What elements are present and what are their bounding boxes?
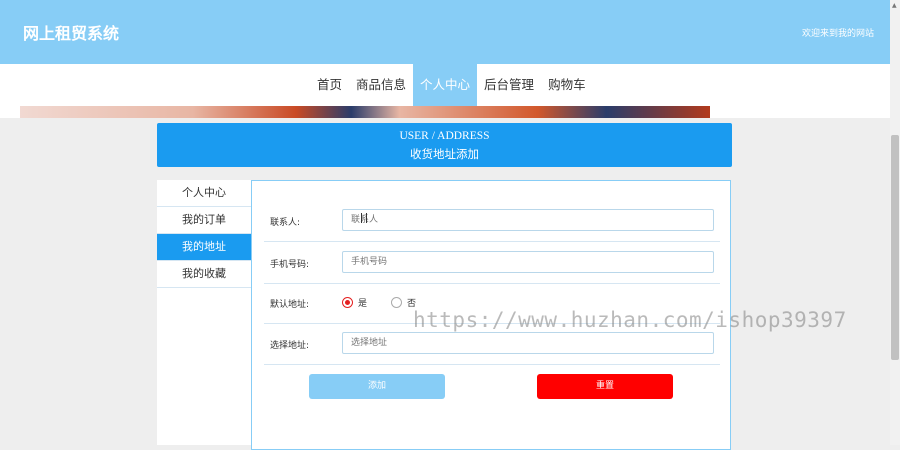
phone-row: 手机号码: xyxy=(264,243,720,284)
nav-list: 首页 商品信息 个人中心 后台管理 购物车 xyxy=(310,64,593,106)
nav-item-admin[interactable]: 后台管理 xyxy=(477,64,541,106)
text-cursor-icon xyxy=(361,213,367,223)
default-address-label: 默认地址: xyxy=(270,300,310,310)
scroll-thumb[interactable] xyxy=(891,135,899,360)
sidebar-item-favorites[interactable]: 我的收藏 xyxy=(157,261,251,288)
watermark: https://www.huzhan.com/ishop39397 xyxy=(413,308,847,332)
page-header: USER / ADDRESS 收货地址添加 xyxy=(157,123,732,167)
nav-item-products[interactable]: 商品信息 xyxy=(349,64,413,106)
radio-yes[interactable] xyxy=(342,296,353,308)
main-nav: 首页 商品信息 个人中心 后台管理 购物车 xyxy=(0,64,890,106)
nav-item-cart[interactable]: 购物车 xyxy=(541,64,593,106)
sidebar-item-orders[interactable]: 我的订单 xyxy=(157,207,251,234)
sidebar-item-user-center[interactable]: 个人中心 xyxy=(157,180,251,207)
banner-image xyxy=(20,106,710,118)
welcome-text: 欢迎来到我的网站 xyxy=(801,29,874,39)
sidebar-item-address[interactable]: 我的地址 xyxy=(157,234,251,261)
nav-item-user-center[interactable]: 个人中心 xyxy=(413,64,478,106)
add-button[interactable]: 添加 xyxy=(309,374,445,399)
nav-item-home[interactable]: 首页 xyxy=(310,64,349,106)
radio-no[interactable] xyxy=(391,296,403,308)
address-label: 选择地址: xyxy=(270,341,310,351)
sidebar: 个人中心 我的订单 我的地址 我的收藏 xyxy=(157,180,251,445)
phone-label: 手机号码: xyxy=(270,260,310,270)
contact-label: 联系人: xyxy=(270,218,301,228)
scroll-up-icon[interactable]: ▲ xyxy=(892,2,897,9)
radio-yes-label: 是 xyxy=(358,298,368,309)
contact-input[interactable] xyxy=(342,209,714,231)
page-title-cn: 收货地址添加 xyxy=(410,149,479,161)
banner xyxy=(0,106,890,118)
contact-row: 联系人: xyxy=(264,201,720,242)
radio-no-label: 否 xyxy=(407,298,417,309)
page-title-en: USER / ADDRESS xyxy=(399,130,490,142)
top-header: 网上租贸系统 欢迎来到我的网站 xyxy=(0,0,890,64)
address-input[interactable] xyxy=(342,332,714,354)
reset-button[interactable]: 重置 xyxy=(537,374,673,399)
scrollbar[interactable]: ▲ xyxy=(890,0,900,445)
site-title[interactable]: 网上租贸系统 xyxy=(23,20,119,44)
phone-input[interactable] xyxy=(342,251,714,273)
